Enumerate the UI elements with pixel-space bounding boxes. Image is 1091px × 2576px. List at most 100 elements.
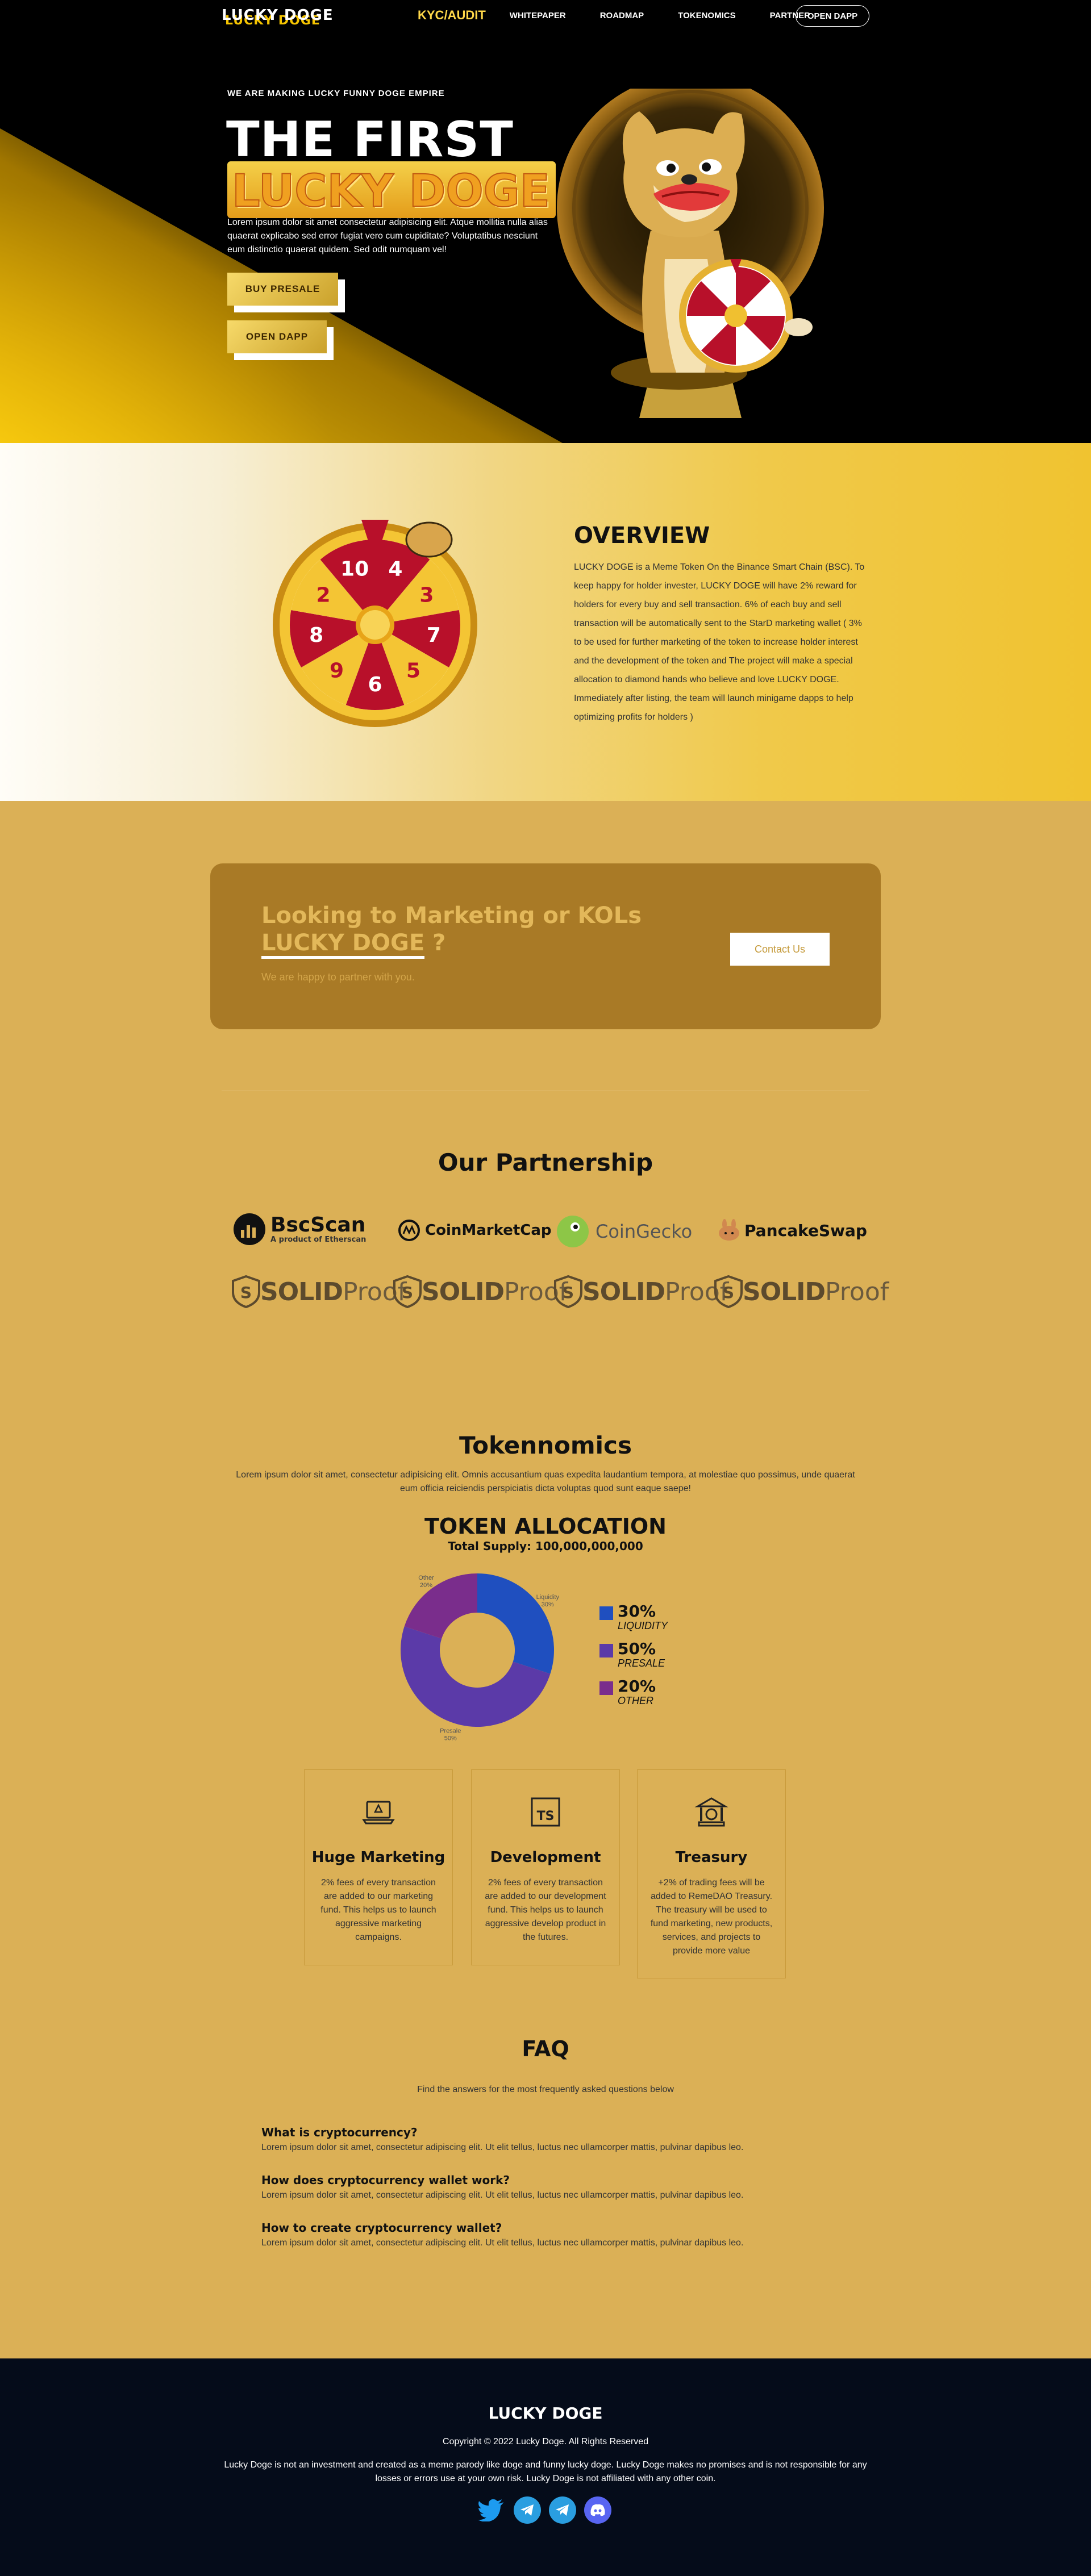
twitter-icon[interactable]: [477, 2496, 505, 2524]
pie-slice-other: [404, 1573, 477, 1639]
feature-text: +2% of trading fees will be added to Rem…: [650, 1878, 773, 1956]
faq-answer-1: Lorem ipsum dolor sit amet, consectetur …: [261, 2143, 744, 2152]
partner-solidproof-logo-4[interactable]: S SOLID Proof: [714, 1275, 889, 1308]
token-allocation-title: TOKEN ALLOCATION: [424, 1514, 667, 1539]
buy-presale-button[interactable]: BUY PRESALE: [227, 273, 338, 306]
partner-pancakeswap-logo[interactable]: PancakeSwap: [717, 1218, 867, 1242]
solidproof-bold: SOLID: [260, 1277, 343, 1306]
wheel-number: 3: [419, 584, 434, 607]
partner-coingecko-logo[interactable]: CoinGecko: [556, 1214, 692, 1249]
svg-text:S: S: [402, 1283, 413, 1302]
contact-us-button[interactable]: Contact Us: [730, 933, 830, 966]
legend-percent: 20%: [618, 1677, 656, 1696]
site-logo[interactable]: LUCKY DOGE LUCKY DOGE: [222, 7, 334, 28]
wheel-number: 6: [368, 673, 382, 696]
discord-icon[interactable]: [584, 2496, 611, 2524]
feature-text: 2% fees of every transaction are added t…: [320, 1878, 436, 1942]
nav-link-kyc-audit[interactable]: KYC/AUDIT: [418, 8, 486, 23]
svg-text:S: S: [723, 1283, 734, 1302]
legend-swatch: [599, 1606, 613, 1620]
bscscan-subtitle: A product of Etherscan: [270, 1235, 367, 1244]
pancakeswap-name: PancakeSwap: [744, 1221, 867, 1240]
pie-percent-label: 50%: [444, 1735, 457, 1742]
faq-question-1[interactable]: What is cryptocurrency?: [261, 2126, 418, 2139]
legend-percent: 50%: [618, 1639, 656, 1658]
token-allocation-pie-chart: Liquidity30% Presale50% Other20%: [401, 1573, 559, 1742]
solidproof-bold: SOLID: [582, 1277, 665, 1306]
wheel-number: 2: [317, 584, 331, 607]
logo-text: LUCKY DOGE: [222, 7, 334, 24]
nav-links: KYC/AUDIT WHITEPAPER ROADMAP TOKENOMICS …: [418, 8, 844, 23]
nav-link-roadmap[interactable]: ROADMAP: [600, 11, 644, 20]
wheel-number: 7: [427, 624, 441, 647]
typescript-icon: TS: [531, 1797, 560, 1827]
partner-solidproof-logo-1[interactable]: S SOLID Proof: [232, 1275, 406, 1308]
shield-icon: S: [232, 1275, 260, 1308]
legend-label: PRESALE: [618, 1658, 665, 1669]
site-footer: LUCKY DOGE Copyright © 2022 Lucky Doge. …: [0, 2358, 1091, 2576]
open-dapp-nav-button[interactable]: OPEN DAPP: [796, 5, 869, 27]
bank-icon: [694, 1797, 728, 1827]
wheel-number: 9: [330, 659, 344, 682]
overview-title: OVERVIEW: [574, 523, 710, 549]
lucky-wheel-illustration: 43 75 6 98 2 10: [273, 520, 477, 727]
marketing-title-question: ?: [424, 930, 446, 956]
faq-question-3[interactable]: How to create cryptocurrency wallet?: [261, 2221, 502, 2235]
footer-logo: LUCKY DOGE: [488, 2404, 603, 2423]
shield-icon: S: [393, 1275, 422, 1308]
svg-text:S: S: [240, 1283, 252, 1302]
wheel-number: 5: [406, 659, 420, 682]
coinmarketcap-icon: [398, 1220, 420, 1241]
partner-coinmarketcap-logo[interactable]: CoinMarketCap: [398, 1219, 552, 1242]
shield-icon: S: [714, 1275, 743, 1308]
faq-title: FAQ: [522, 2036, 569, 2061]
faq-answer-2: Lorem ipsum dolor sit amet, consectetur …: [261, 2190, 744, 2200]
legend-item-presale: 50% PRESALE: [599, 1640, 665, 1669]
marketing-title: Looking to Marketing or KOLs LUCKY DOGE …: [261, 902, 642, 959]
tokenomics-description: Lorem ipsum dolor sit amet, consectetur …: [236, 1470, 855, 1493]
marketing-cta-card: Looking to Marketing or KOLs LUCKY DOGE …: [210, 863, 881, 1029]
overview-text: LUCKY DOGE is a Meme Token On the Binanc…: [574, 562, 865, 722]
coingecko-icon: [557, 1216, 589, 1247]
hero-subtitle: LUCKY DOGE: [227, 161, 556, 218]
pie-percent-label: 20%: [420, 1582, 432, 1589]
solidproof-bold: SOLID: [743, 1277, 826, 1306]
pie-percent-label: 30%: [542, 1601, 554, 1608]
partner-solidproof-logo-2[interactable]: S SOLID Proof: [393, 1275, 568, 1308]
shield-icon: S: [554, 1275, 582, 1308]
feature-title: Huge Marketing: [311, 1849, 445, 1866]
hero-kicker: WE ARE MAKING LUCKY FUNNY DOGE EMPIRE: [227, 89, 445, 98]
coingecko-name: CoinGecko: [596, 1221, 693, 1242]
nav-link-whitepaper[interactable]: WHITEPAPER: [510, 11, 566, 20]
token-allocation-supply: Total Supply: 100,000,000,000: [448, 1539, 643, 1553]
marketing-title-line1: Looking to Marketing or KOLs: [261, 903, 642, 929]
legend-swatch: [599, 1644, 613, 1658]
nav-link-tokenomics[interactable]: TOKENOMICS: [678, 11, 735, 20]
marketing-subtitle: We are happy to partner with you.: [261, 971, 415, 983]
legend-item-liquidity: 30% LIQUIDITY: [599, 1603, 668, 1631]
pie-label: Other: [418, 1575, 434, 1581]
svg-text:S: S: [563, 1283, 574, 1302]
partner-solidproof-logo-3[interactable]: S SOLID Proof: [554, 1275, 728, 1308]
pancakeswap-icon: [719, 1219, 739, 1241]
bscscan-name: BscScan: [270, 1213, 366, 1237]
pie-label: Presale: [440, 1728, 461, 1735]
partner-bscscan-logo[interactable]: BscScan A product of Etherscan: [233, 1213, 366, 1246]
hero-description: Lorem ipsum dolor sit amet consectetur a…: [227, 218, 548, 254]
open-dapp-button[interactable]: OPEN DAPP: [227, 320, 327, 353]
solidproof-light: Proof: [825, 1277, 889, 1306]
coinmarketcap-name: CoinMarketCap: [425, 1222, 552, 1239]
telegram-icon[interactable]: [514, 2496, 541, 2524]
wheel-number: 8: [309, 624, 323, 647]
doge-mascot-illustration: [557, 89, 824, 418]
feature-text: 2% fees of every transaction are added t…: [485, 1878, 606, 1942]
telegram-icon-2[interactable]: [549, 2496, 576, 2524]
footer-copyright: Copyright © 2022 Lucky Doge. All Rights …: [442, 2437, 649, 2446]
faq-question-2[interactable]: How does cryptocurrency wallet work?: [261, 2173, 510, 2187]
solidproof-bold: SOLID: [422, 1277, 505, 1306]
overview-section: 4 3 7 5 6 9 8 2 10 OVERVIEW LUCKY DOGE is a Meme…: [0, 443, 1091, 801]
pie-slice-liquidity: [477, 1573, 554, 1674]
legend-percent: 30%: [618, 1602, 656, 1621]
footer-disclaimer: Lucky Doge is not an investment and crea…: [224, 2460, 867, 2483]
partnership-title: Our Partnership: [438, 1149, 653, 1176]
